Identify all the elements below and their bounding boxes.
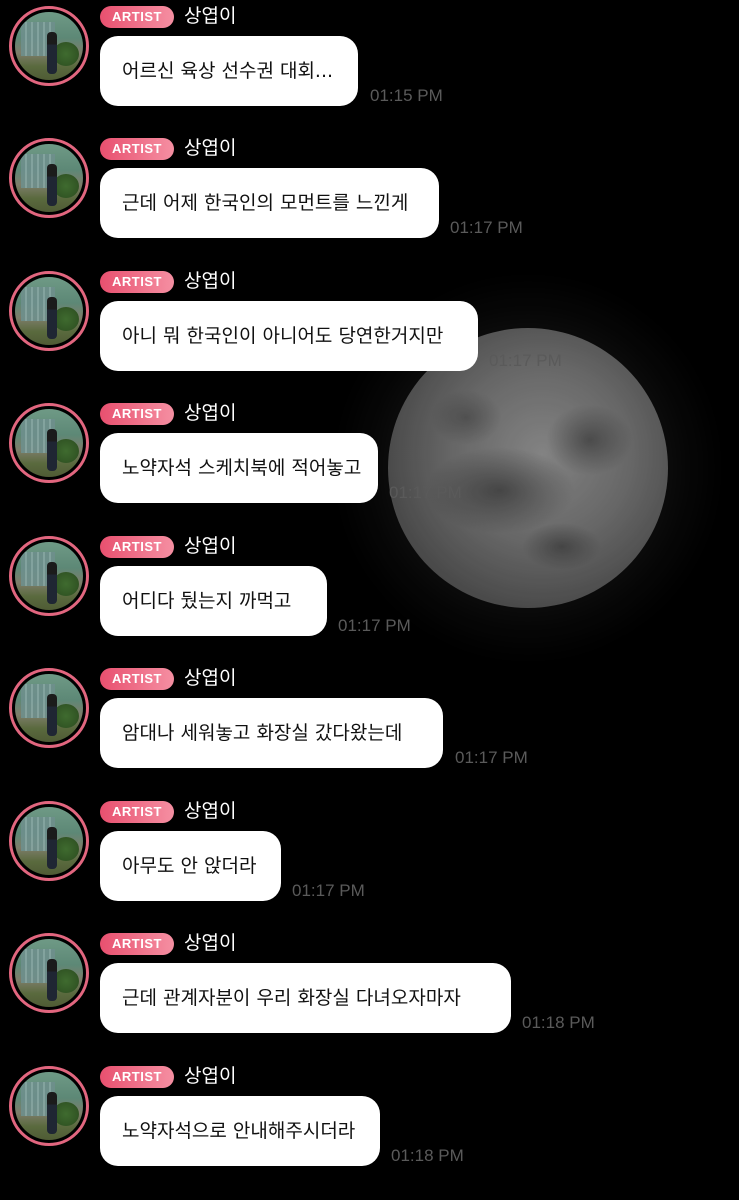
chat-message: ARTIST 상엽이 아니 뭐 한국인이 아니어도 당연한거지만 01:17 P… [0,265,739,397]
avatar[interactable] [9,801,89,881]
artist-badge: ARTIST [100,138,174,160]
sender-name: 상엽이 [184,800,237,822]
artist-badge: ARTIST [100,6,174,28]
sender-name: 상엽이 [184,932,237,954]
artist-badge: ARTIST [100,403,174,425]
chat-message: ARTIST 상엽이 근데 어제 한국인의 모먼트를 느낀게 01:17 PM [0,132,739,264]
artist-badge: ARTIST [100,271,174,293]
message-timestamp: 01:17 PM [455,748,528,767]
chat-message: ARTIST 상엽이 노약자석 스케치북에 적어놓고 01:17 PM [0,397,739,529]
sender-name: 상엽이 [184,402,237,424]
avatar[interactable] [9,138,89,218]
chat-message: ARTIST 상엽이 암대나 세워놓고 화장실 갔다왔는데 01:17 PM [0,662,739,794]
message-timestamp: 01:17 PM [292,881,365,900]
message-bubble[interactable]: 암대나 세워놓고 화장실 갔다왔는데 [100,698,443,768]
avatar[interactable] [9,668,89,748]
chat-message: ARTIST 상엽이 근데 관계자분이 우리 화장실 다녀오자마자 01:18 … [0,927,739,1059]
avatar[interactable] [9,6,89,86]
message-bubble[interactable]: 아무도 안 앉더라 [100,831,281,901]
sender-name: 상엽이 [184,270,237,292]
message-bubble[interactable]: 노약자석 스케치북에 적어놓고 [100,433,378,503]
chat-message: ARTIST 상엽이 어르신 육상 선수권 대회... 01:15 PM [0,0,739,132]
message-bubble[interactable]: 아니 뭐 한국인이 아니어도 당연한거지만 [100,301,478,371]
message-timestamp: 01:17 PM [389,483,462,502]
message-timestamp: 01:15 PM [370,86,443,105]
artist-badge: ARTIST [100,536,174,558]
message-bubble[interactable]: 어르신 육상 선수권 대회... [100,36,358,106]
message-bubble[interactable]: 노약자석으로 안내해주시더라 [100,1096,380,1166]
chat-message: ARTIST 상엽이 아무도 안 앉더라 01:17 PM [0,795,739,927]
artist-badge: ARTIST [100,933,174,955]
sender-name: 상엽이 [184,1065,237,1087]
message-bubble[interactable]: 근데 관계자분이 우리 화장실 다녀오자마자 [100,963,511,1033]
message-timestamp: 01:18 PM [391,1146,464,1165]
avatar[interactable] [9,403,89,483]
artist-badge: ARTIST [100,1066,174,1088]
artist-badge: ARTIST [100,668,174,690]
sender-name: 상엽이 [184,137,237,159]
sender-name: 상엽이 [184,5,237,27]
avatar[interactable] [9,1066,89,1146]
message-timestamp: 01:17 PM [338,616,411,635]
avatar[interactable] [9,271,89,351]
avatar[interactable] [9,536,89,616]
sender-name: 상엽이 [184,535,237,557]
message-bubble[interactable]: 근데 어제 한국인의 모먼트를 느낀게 [100,168,439,238]
avatar[interactable] [9,933,89,1013]
message-timestamp: 01:17 PM [450,218,523,237]
artist-badge: ARTIST [100,801,174,823]
chat-message: ARTIST 상엽이 노약자석으로 안내해주시더라 01:18 PM [0,1060,739,1192]
message-timestamp: 01:17 PM [489,351,562,370]
message-bubble[interactable]: 어디다 뒀는지 까먹고 [100,566,327,636]
sender-name: 상엽이 [184,667,237,689]
chat-message: ARTIST 상엽이 어디다 뒀는지 까먹고 01:17 PM [0,530,739,662]
message-timestamp: 01:18 PM [522,1013,595,1032]
